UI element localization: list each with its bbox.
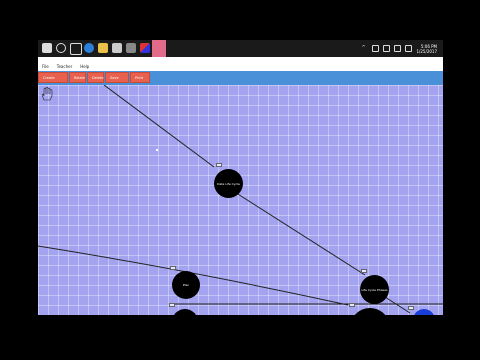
connector-handle[interactable] bbox=[216, 163, 222, 167]
windows-start-icon[interactable] bbox=[42, 43, 52, 53]
clock[interactable]: 5:06 PM 1/25/2017 bbox=[416, 44, 437, 54]
active-app-icon[interactable] bbox=[152, 40, 166, 57]
connector-handle[interactable] bbox=[408, 306, 414, 310]
connector-handle[interactable] bbox=[349, 303, 355, 307]
menu-teacher[interactable]: Teacher bbox=[57, 62, 73, 71]
mouse-cursor-icon bbox=[156, 149, 158, 151]
toolbar: Create Activity Relate Delete Save Activ… bbox=[38, 71, 443, 91]
print-button[interactable]: Print bbox=[130, 72, 150, 83]
concept-node-plan[interactable]: Plan bbox=[172, 271, 200, 299]
connector-handle[interactable] bbox=[361, 269, 367, 273]
concept-node-life-cycle-phases[interactable]: Life Cycle Phases bbox=[360, 275, 389, 304]
node-label: Life Cycle Phases bbox=[361, 287, 388, 292]
delete-button[interactable]: Delete bbox=[87, 72, 104, 83]
network-icon[interactable] bbox=[372, 45, 380, 52]
system-tray: ^ 5:06 PM 1/25/2017 bbox=[361, 40, 437, 57]
taskbar: ^ 5:06 PM 1/25/2017 bbox=[38, 40, 443, 57]
connector-line bbox=[103, 85, 215, 168]
connector-handle[interactable] bbox=[170, 266, 176, 270]
store-icon[interactable] bbox=[112, 43, 122, 53]
edge-browser-icon[interactable] bbox=[84, 43, 94, 53]
tools-icon[interactable] bbox=[126, 43, 136, 53]
keyboard-icon[interactable] bbox=[405, 45, 413, 52]
menu-file[interactable]: File bbox=[42, 62, 49, 71]
app-window: File Teacher Help Create Activity Relate… bbox=[38, 57, 443, 315]
relate-button[interactable]: Relate bbox=[69, 72, 86, 83]
menu-bar: File Teacher Help bbox=[38, 62, 443, 71]
node-label: Data Life Cycle bbox=[217, 181, 240, 186]
task-view-icon[interactable] bbox=[70, 43, 82, 55]
menu-help[interactable]: Help bbox=[80, 62, 89, 71]
concept-map-canvas[interactable]: Data Life Cycle Life Cycle Phases Plan bbox=[38, 85, 443, 315]
connector-line bbox=[384, 296, 411, 314]
concept-node-data-life-cycle[interactable]: Data Life Cycle bbox=[214, 169, 243, 198]
node-label: Plan bbox=[182, 283, 190, 287]
up-arrow-icon[interactable]: ^ bbox=[361, 45, 368, 52]
connector-handle[interactable] bbox=[169, 303, 175, 307]
search-icon[interactable] bbox=[56, 43, 66, 53]
connector-line bbox=[229, 188, 366, 276]
battery-icon[interactable] bbox=[383, 45, 391, 52]
create-activity-button[interactable]: Create Activity bbox=[38, 72, 68, 91]
save-activity-button[interactable]: Save Activity bbox=[105, 72, 129, 91]
clock-date: 1/25/2017 bbox=[416, 48, 437, 54]
volume-icon[interactable] bbox=[394, 45, 402, 52]
file-explorer-icon[interactable] bbox=[98, 43, 108, 53]
hand-tool-icon[interactable] bbox=[41, 87, 53, 101]
app-icon[interactable] bbox=[140, 43, 150, 53]
